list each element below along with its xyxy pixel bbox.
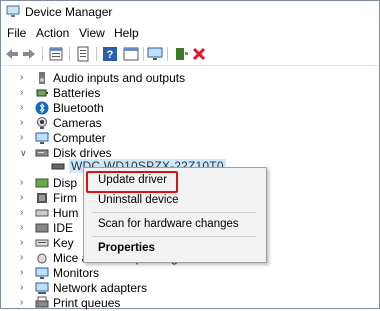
tree-item-label: Firm	[53, 191, 77, 205]
window-icon[interactable]	[123, 46, 139, 62]
svg-text:?: ?	[107, 49, 114, 61]
chevron-right-icon[interactable]: ›	[20, 282, 30, 294]
tree-item-label: Disp	[53, 176, 78, 190]
chevron-right-icon[interactable]: ›	[20, 177, 30, 189]
tree-item-monitors[interactable]: › Monitors	[1, 266, 379, 281]
properties-icon[interactable]	[48, 46, 64, 62]
menu-view[interactable]: View	[79, 26, 105, 40]
chevron-down-icon[interactable]: ∨	[20, 147, 30, 159]
monitor-icon[interactable]	[147, 46, 163, 62]
toolbar: ?	[1, 43, 379, 66]
disk-icon	[35, 149, 49, 157]
menu-separator	[92, 236, 256, 237]
ide-icon	[35, 223, 49, 233]
keyboard-icon	[35, 239, 49, 247]
context-menu: Update driver Uninstall device Scan for …	[83, 167, 267, 263]
menu-help[interactable]: Help	[114, 26, 139, 40]
toolbar-separator	[143, 47, 144, 61]
tree-item-label: IDE	[53, 221, 74, 235]
hid-icon	[35, 209, 49, 217]
printer-icon	[35, 296, 49, 308]
battery-icon	[36, 89, 48, 97]
update-driver-item[interactable]: Update driver	[98, 174, 167, 186]
back-icon[interactable]	[4, 46, 20, 62]
tree-item-label: Bluetooth	[53, 101, 104, 115]
tree-item-network[interactable]: › Network adapters	[1, 281, 379, 296]
tree-item-label: Hum	[53, 206, 79, 220]
scan-icon[interactable]	[173, 46, 189, 62]
tree-item-label: Monitors	[53, 266, 100, 280]
chevron-right-icon[interactable]: ›	[20, 207, 30, 219]
remove-icon[interactable]	[191, 46, 207, 62]
menu-action[interactable]: Action	[36, 26, 69, 40]
chevron-right-icon[interactable]: ›	[20, 72, 30, 84]
chevron-right-icon[interactable]: ›	[20, 297, 30, 309]
chevron-right-icon[interactable]: ›	[20, 102, 30, 114]
camera-icon	[37, 117, 47, 129]
menu-file[interactable]: File	[7, 26, 26, 40]
menu-bar: File Action View Help	[1, 24, 379, 44]
chevron-right-icon[interactable]: ›	[20, 267, 30, 279]
scan-hardware-item[interactable]: Scan for hardware changes	[98, 218, 239, 230]
help-icon[interactable]: ?	[102, 46, 118, 62]
monitor-icon	[35, 267, 49, 279]
display-icon	[35, 178, 49, 188]
firmware-icon	[37, 193, 47, 203]
chevron-right-icon[interactable]: ›	[20, 117, 30, 129]
chevron-right-icon[interactable]: ›	[20, 237, 30, 249]
toolbar-separator	[42, 47, 43, 61]
tree-item-audio[interactable]: › Audio inputs and outputs	[1, 71, 379, 86]
list-icon[interactable]	[75, 46, 91, 62]
properties-item[interactable]: Properties	[98, 242, 155, 254]
tree-item-computer[interactable]: › Computer	[1, 131, 379, 146]
uninstall-device-item[interactable]: Uninstall device	[98, 194, 179, 206]
chevron-right-icon[interactable]: ›	[20, 87, 30, 99]
tree-item-batteries[interactable]: › Batteries	[1, 86, 379, 101]
toolbar-separator	[69, 47, 70, 61]
title-bar: Device Manager	[1, 1, 379, 23]
toolbar-separator	[96, 47, 97, 61]
tree-item-label: Audio inputs and outputs	[53, 71, 186, 85]
speaker-icon	[39, 72, 45, 84]
bluetooth-icon	[35, 101, 49, 115]
tree-item-bluetooth[interactable]: › Bluetooth	[1, 101, 379, 116]
network-icon	[35, 282, 49, 294]
tree-item-label: Network adapters	[53, 281, 148, 295]
tree-item-cameras[interactable]: › Cameras	[1, 116, 379, 131]
tree-item-label: Print queues	[53, 296, 121, 310]
chevron-right-icon[interactable]: ›	[20, 192, 30, 204]
device-manager-icon	[6, 5, 20, 17]
computer-icon	[35, 132, 49, 144]
tree-item-label: Cameras	[53, 116, 102, 130]
window-title: Device Manager	[25, 5, 113, 19]
toolbar-separator	[167, 47, 168, 61]
tree-item-label: Disk drives	[53, 146, 112, 160]
chevron-right-icon[interactable]: ›	[20, 222, 30, 234]
chevron-right-icon[interactable]: ›	[20, 252, 30, 264]
disk-icon	[51, 163, 65, 170]
tree-item-label: Batteries	[53, 86, 101, 100]
forward-icon[interactable]	[21, 46, 37, 62]
mouse-icon	[37, 253, 47, 264]
tree-item-label: Key	[53, 236, 74, 250]
tree-item-label: Computer	[53, 131, 106, 145]
menu-separator	[92, 212, 256, 213]
chevron-right-icon[interactable]: ›	[20, 132, 30, 144]
